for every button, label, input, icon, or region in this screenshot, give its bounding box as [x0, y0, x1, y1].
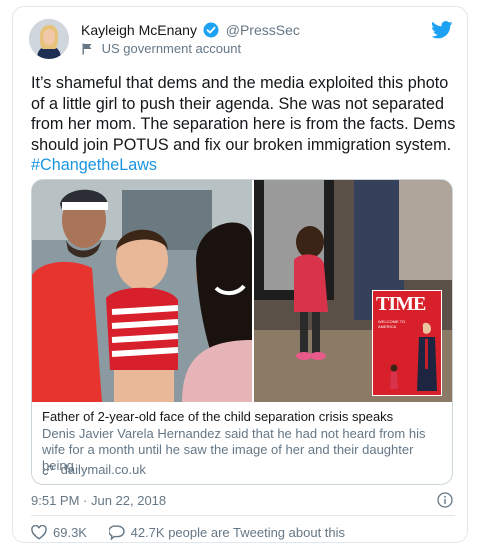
account-label: US government account	[101, 41, 242, 56]
name-row: Kayleigh McEnany @PressSec	[81, 22, 300, 40]
twitter-bird-icon[interactable]	[431, 21, 453, 44]
heart-icon	[31, 524, 47, 540]
tweet-stats: 69.3K 42.7K people are Tweeting about th…	[31, 524, 363, 541]
reply-bubble-icon	[107, 525, 125, 541]
tweet-text: It’s shameful that dems and the media ex…	[31, 73, 457, 176]
divider	[31, 515, 455, 516]
link-icon	[42, 464, 54, 479]
like-count: 69.3K	[53, 525, 87, 540]
family-photo	[32, 180, 252, 402]
time-magazine-cover: TIME WELCOME TO AMERICA	[372, 290, 442, 396]
flag-icon	[81, 43, 93, 58]
info-icon[interactable]	[437, 492, 453, 513]
preview-title[interactable]: Father of 2-year-old face of the child s…	[42, 409, 393, 424]
handle[interactable]: @PressSec	[226, 22, 300, 38]
time-cover-photo: TIME WELCOME TO AMERICA	[254, 180, 452, 402]
hashtag-link[interactable]: #ChangetheLaws	[31, 156, 157, 174]
tweet-header: Kayleigh McEnany @PressSec US government…	[29, 19, 453, 63]
tweeting-stat[interactable]: 42.7K people are Tweeting about this	[107, 525, 346, 541]
avatar[interactable]	[29, 19, 69, 59]
preview-domain[interactable]: dailymail.co.uk	[42, 462, 146, 479]
preview-domain-text: dailymail.co.uk	[60, 462, 146, 477]
tweet-card: Kayleigh McEnany @PressSec US government…	[12, 6, 468, 543]
verified-badge-icon	[203, 22, 219, 41]
like-stat[interactable]: 69.3K	[31, 524, 87, 540]
tweet-timestamp[interactable]: 9:51 PM · Jun 22, 2018	[31, 493, 166, 508]
tweeting-text: 42.7K people are Tweeting about this	[130, 525, 346, 540]
link-preview-card[interactable]: TIME WELCOME TO AMERICA Father of 2-year…	[31, 179, 453, 485]
account-label-row: US government account	[81, 41, 241, 58]
display-name[interactable]: Kayleigh McEnany	[81, 22, 197, 38]
tweet-body: It’s shameful that dems and the media ex…	[31, 74, 456, 154]
